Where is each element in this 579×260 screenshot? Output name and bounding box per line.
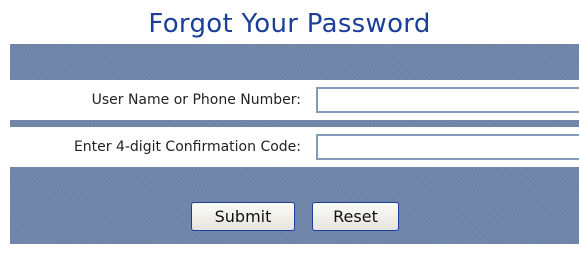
page-title: Forgot Your Password xyxy=(148,9,431,39)
confirmation-code-label: Enter 4-digit Confirmation Code: xyxy=(73,139,301,155)
submit-button[interactable]: Submit xyxy=(191,202,295,231)
username-row: User Name or Phone Number: xyxy=(10,80,579,120)
reset-button[interactable]: Reset xyxy=(312,202,399,231)
confirmation-code-row: Enter 4-digit Confirmation Code: xyxy=(10,127,579,167)
username-label: User Name or Phone Number: xyxy=(91,92,301,108)
username-input[interactable] xyxy=(316,87,579,113)
confirmation-code-input[interactable] xyxy=(316,134,579,160)
